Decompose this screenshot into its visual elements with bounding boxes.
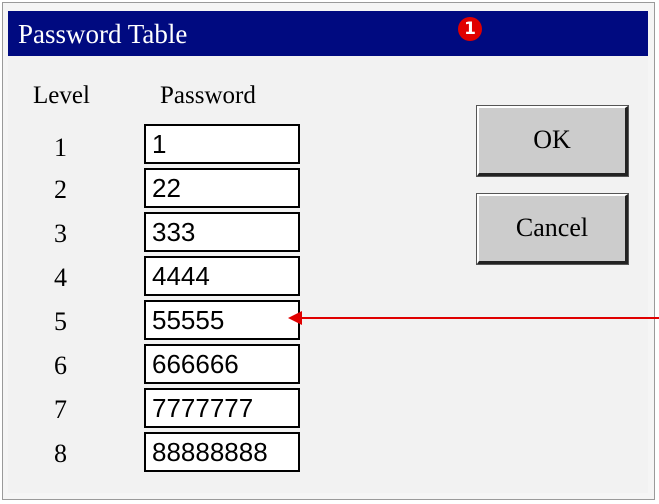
password-field-level-6[interactable]: 666666 — [144, 344, 300, 384]
password-field-level-4[interactable]: 4444 — [144, 256, 300, 296]
level-label-6: 6 — [54, 351, 67, 380]
ok-button[interactable]: OK — [477, 106, 628, 176]
password-field-level-8[interactable]: 88888888 — [144, 432, 300, 472]
password-field-level-5[interactable]: 55555 — [144, 300, 300, 340]
level-label-2: 2 — [54, 175, 67, 204]
password-field-level-3[interactable]: 333 — [144, 212, 300, 252]
level-label-4: 4 — [54, 263, 67, 292]
level-label-3: 3 — [54, 219, 67, 248]
password-field-level-7[interactable]: 7777777 — [144, 388, 300, 428]
password-field-level-1[interactable]: 1 — [144, 124, 300, 164]
password-field-level-2[interactable]: 22 — [144, 168, 300, 208]
cancel-button[interactable]: Cancel — [477, 194, 628, 264]
level-label-5: 5 — [54, 307, 67, 336]
level-label-8: 8 — [54, 439, 67, 468]
level-label-7: 7 — [54, 395, 67, 424]
level-label-1: 1 — [54, 133, 67, 162]
callout-badge: 1 — [458, 17, 482, 41]
window-title: Password Table — [18, 19, 188, 49]
password-column-header: Password — [160, 82, 256, 109]
title-bar: Password Table 1 — [8, 11, 648, 56]
level-column-header: Level — [33, 82, 90, 109]
